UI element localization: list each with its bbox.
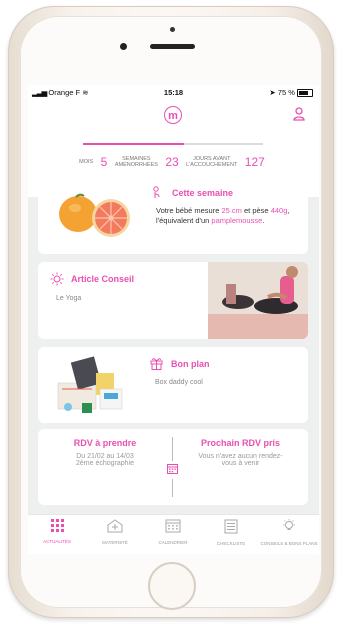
earpiece-speaker — [150, 44, 195, 49]
week-text-part-4: . — [262, 216, 265, 225]
front-sensor — [170, 27, 175, 32]
pregnancy-progress-bar — [83, 143, 263, 145]
week-text-part-2: et pèse — [241, 206, 271, 215]
months-value: 5 — [100, 154, 108, 169]
profile-icon[interactable] — [293, 107, 305, 126]
calendar-icon — [165, 519, 181, 533]
week-card-title: Cette semaine — [172, 188, 234, 198]
battery-icon — [297, 89, 313, 98]
tab-checkliste[interactable]: CHECKLISTE — [202, 519, 260, 546]
deal-card-title: Bon plan — [171, 359, 210, 369]
gift-box-image — [57, 356, 123, 413]
grapefruit-image — [59, 193, 130, 237]
article-card[interactable]: Article Conseil Le Yoga — [38, 262, 308, 339]
next-rdv-title: Prochain RDV pris — [200, 438, 281, 448]
week-text-part-1: Votre bébé mesure — [156, 206, 222, 215]
article-card-subtitle: Le Yoga — [56, 295, 82, 302]
status-bar: ▂▃▅ Orange F ≋ 15:18 ➤ 75 % — [28, 85, 319, 101]
tab-maternite[interactable]: MATERNITÉ — [86, 519, 144, 545]
battery-info: ➤ 75 % — [269, 88, 313, 98]
days-label: JOURS AVANT L'ACCOUCHEMENT — [186, 156, 237, 168]
tab-conseils-bons-plans[interactable]: CONSEILS & BONS PLANS — [260, 519, 318, 546]
rdv-to-book-dates: Du 21/02 au 14/03 — [76, 453, 134, 460]
gift-icon — [150, 357, 163, 375]
location-icon: ➤ — [269, 88, 276, 97]
next-rdv-text-2: vous à venir — [221, 460, 260, 467]
next-rdv-text-1: Vous n'avez aucun rendez- — [198, 453, 283, 460]
weeks-value: 23 — [165, 154, 179, 169]
appointments-card[interactable]: RDV à prendre Du 21/02 au 14/03 2ème éch… — [38, 429, 308, 505]
tab-label: CALENDRIER — [158, 540, 188, 545]
days-value: 127 — [244, 154, 265, 169]
app-logo[interactable]: m — [164, 106, 182, 124]
next-rdv[interactable]: Prochain RDV pris Vous n'avez aucun rend… — [173, 438, 308, 467]
weeks-label: SEMAINES AMÉNORRHÉES — [115, 156, 158, 168]
front-camera — [120, 43, 127, 50]
rdv-to-book-title: RDV à prendre — [73, 438, 137, 448]
sun-icon — [50, 272, 64, 291]
week-card-text: Votre bébé mesure 25 cm et pèse 440g, l'… — [156, 206, 301, 226]
pregnancy-stats: MOIS 5 SEMAINES AMÉNORRHÉES 23 JOURS AVA… — [28, 153, 319, 171]
days-label-line-2: L'ACCOUCHEMENT — [186, 161, 238, 168]
pregnancy-progress-fill — [83, 143, 184, 145]
rdv-to-book-type: 2ème échographie — [76, 460, 134, 467]
yoga-photo — [208, 262, 308, 339]
tab-calendrier[interactable]: CALENDRIER — [144, 519, 202, 545]
rdv-to-book[interactable]: RDV à prendre Du 21/02 au 14/03 2ème éch… — [38, 438, 172, 467]
deal-card-subtitle: Box daddy cool — [155, 379, 203, 386]
week-card[interactable]: Cette semaine Votre bébé mesure 25 cm et… — [38, 176, 308, 254]
weeks-label-line-2: AMÉNORRHÉES — [114, 161, 158, 168]
baby-icon — [152, 186, 162, 204]
tab-label: MATERNITÉ — [102, 540, 128, 545]
article-card-title: Article Conseil — [71, 274, 135, 284]
baby-size: 25 cm — [221, 206, 242, 215]
months-label: MOIS — [79, 158, 94, 165]
tab-label: CHECKLISTE — [216, 541, 246, 546]
tab-label: CONSEILS & BONS PLANS — [260, 541, 318, 546]
lightbulb-icon — [283, 519, 295, 530]
home-button[interactable] — [148, 562, 196, 610]
fruit-comparison: pamplemousse — [211, 216, 263, 225]
grid-icon — [50, 519, 64, 532]
app-screen: ▂▃▅ Orange F ≋ 15:18 ➤ 75 % m MOIS 5 SEM… — [28, 85, 319, 554]
battery-percent: 75 % — [277, 88, 295, 97]
checklist-icon — [224, 519, 238, 534]
bottom-tab-bar: ACTUALITÉS MATERNITÉ CALENDRIER CHECKLIS… — [28, 514, 319, 554]
baby-weight: 440g — [270, 206, 288, 215]
tab-label: ACTUALITÉS — [43, 539, 71, 544]
hospital-icon — [107, 519, 123, 533]
deal-card[interactable]: Bon plan Box daddy cool — [38, 347, 308, 423]
tab-actualites[interactable]: ACTUALITÉS — [28, 519, 86, 544]
